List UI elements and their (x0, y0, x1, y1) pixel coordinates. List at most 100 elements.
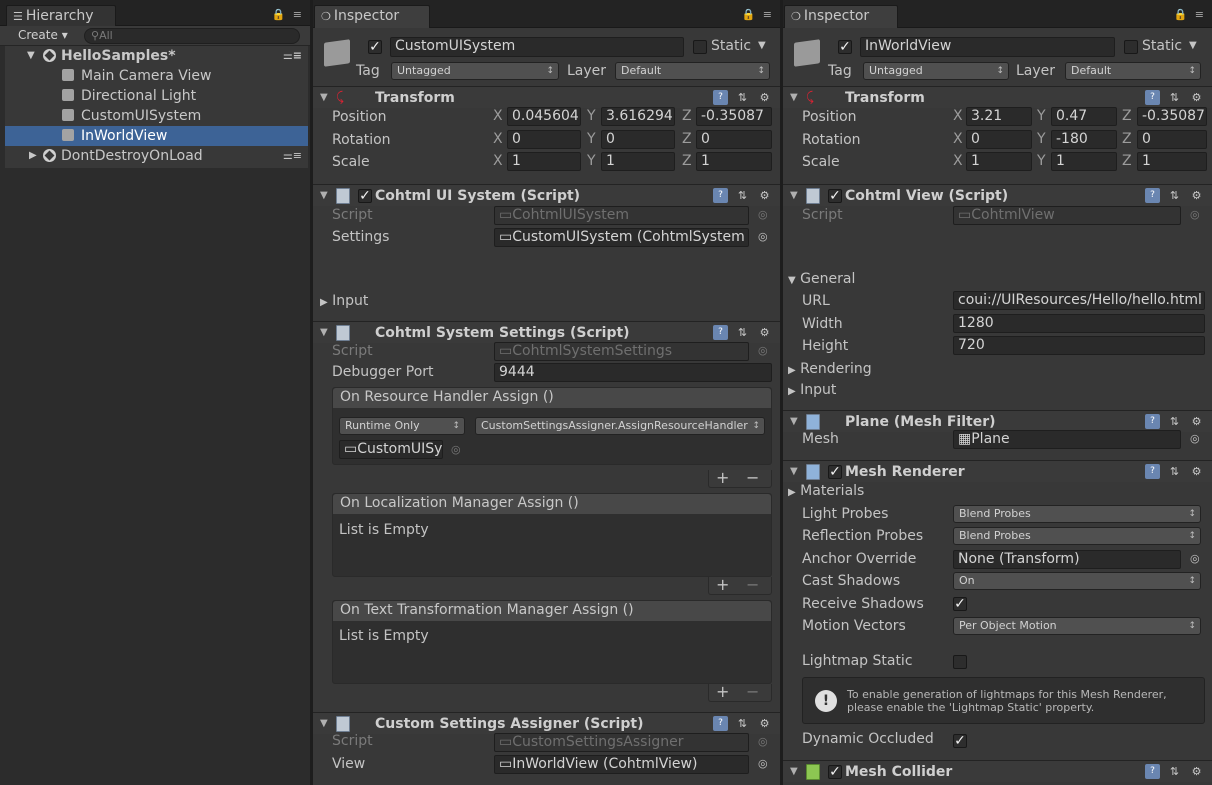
function-dropdown[interactable]: CustomSettingsAssigner.AssignResourceHan… (475, 417, 765, 435)
scene-menu-icon[interactable]: ⚌≡ (283, 46, 302, 66)
help-book-icon[interactable]: ? (1145, 464, 1160, 479)
preset-icon[interactable]: ⇅ (1167, 90, 1182, 105)
view-field[interactable]: ▭InWorldView (CohtmlView) (494, 755, 749, 774)
uisystem-header[interactable]: ▼ ✓ Cohtml UI System (Script) ? ⇅ ⚙ (313, 184, 780, 206)
runtime-mode-dropdown[interactable]: Runtime Only (339, 417, 465, 435)
object-picker-icon[interactable]: ◎ (1190, 430, 1200, 448)
list-item-selected[interactable]: InWorldView (5, 126, 308, 146)
motion-vectors-dropdown[interactable]: Per Object Motion (953, 617, 1201, 635)
width-field[interactable]: 1280 (953, 314, 1205, 333)
transform-header[interactable]: ▼ ⤹ Transform ? ⇅ ⚙ (313, 86, 780, 108)
pos-y-field[interactable]: 3.616294 (601, 107, 675, 126)
rot-y-field[interactable]: 0 (601, 130, 675, 149)
preset-icon[interactable]: ⇅ (735, 90, 750, 105)
pos-x-field[interactable]: 0.045604 (507, 107, 581, 126)
fold-arrow-icon[interactable]: ▼ (790, 190, 798, 201)
enabled-checkbox[interactable]: ✓ (358, 189, 372, 203)
fold-arrow-icon[interactable]: ▼ (320, 327, 328, 338)
static-checkbox[interactable] (693, 40, 707, 54)
preset-icon[interactable]: ⇅ (1167, 464, 1182, 479)
materials-foldout[interactable]: ▶ Materials (788, 482, 864, 502)
fold-arrow-icon[interactable]: ▼ (320, 92, 328, 103)
gear-icon[interactable]: ⚙ (757, 325, 772, 340)
input-foldout[interactable]: ▶ Input (788, 381, 836, 401)
help-book-icon[interactable]: ? (1145, 414, 1160, 429)
help-book-icon[interactable]: ? (713, 716, 728, 731)
gear-icon[interactable]: ⚙ (1189, 414, 1204, 429)
fold-arrow-icon[interactable]: ▼ (320, 718, 328, 729)
rot-y-field[interactable]: -180 (1051, 130, 1117, 149)
help-book-icon[interactable]: ? (1145, 188, 1160, 203)
scale-x-field[interactable]: 1 (966, 152, 1032, 171)
expand-arrow-icon[interactable]: ▼ (27, 46, 35, 66)
static-dropdown-icon[interactable]: ▼ (1189, 37, 1197, 55)
fold-arrow-icon[interactable]: ▼ (320, 190, 328, 201)
mesh-filter-header[interactable]: ▼ Plane (Mesh Filter) ? ⇅ ⚙ (783, 410, 1212, 432)
dynamic-occluded-checkbox[interactable]: ✓ (953, 734, 967, 748)
preset-icon[interactable]: ⇅ (1167, 764, 1182, 779)
create-button[interactable]: Create ▾ (18, 28, 68, 42)
fold-arrow-icon[interactable]: ▼ (790, 416, 798, 427)
gear-icon[interactable]: ⚙ (1189, 764, 1204, 779)
help-book-icon[interactable]: ? (1145, 764, 1160, 779)
object-picker-icon[interactable]: ◎ (758, 755, 768, 773)
remove-button[interactable]: − (746, 684, 759, 700)
rot-z-field[interactable]: 0 (1137, 130, 1207, 149)
receive-shadows-checkbox[interactable]: ✓ (953, 597, 967, 611)
expand-arrow-icon[interactable]: ▶ (29, 146, 37, 166)
enabled-checkbox[interactable]: ✓ (828, 765, 842, 779)
layer-dropdown[interactable]: Default (615, 62, 770, 80)
gear-icon[interactable]: ⚙ (757, 188, 772, 203)
preset-icon[interactable]: ⇅ (735, 188, 750, 203)
help-book-icon[interactable]: ? (713, 188, 728, 203)
hierarchy-search[interactable]: ⚲All (84, 28, 300, 44)
gear-icon[interactable]: ⚙ (1189, 90, 1204, 105)
mesh-field[interactable]: ▦Plane (953, 430, 1181, 449)
active-checkbox[interactable]: ✓ (838, 40, 852, 54)
scale-x-field[interactable]: 1 (507, 152, 581, 171)
event-target-field[interactable]: ▭CustomUISy (339, 440, 443, 459)
url-field[interactable]: coui://UIResources/Hello/hello.html (953, 291, 1205, 310)
cast-shadows-dropdown[interactable]: On (953, 572, 1201, 590)
list-item[interactable]: Directional Light (5, 86, 308, 106)
general-foldout[interactable]: ▼ General (788, 270, 855, 290)
rot-x-field[interactable]: 0 (507, 130, 581, 149)
list-item[interactable]: CustomUISystem (5, 106, 308, 126)
gear-icon[interactable]: ⚙ (757, 90, 772, 105)
scale-y-field[interactable]: 1 (1051, 152, 1117, 171)
layer-dropdown[interactable]: Default (1065, 62, 1201, 80)
object-name-field[interactable]: CustomUISystem (390, 37, 684, 57)
enabled-checkbox[interactable]: ✓ (828, 465, 842, 479)
fold-arrow-icon[interactable]: ▼ (790, 766, 798, 777)
settings-field[interactable]: ▭CustomUISystem (CohtmlSystem (494, 228, 749, 247)
add-button[interactable]: + (716, 684, 729, 700)
tab-hierarchy[interactable]: ☰ Hierarchy (6, 5, 116, 26)
remove-button[interactable]: − (746, 577, 759, 593)
preset-icon[interactable]: ⇅ (735, 325, 750, 340)
add-button[interactable]: + (716, 470, 729, 486)
tag-dropdown[interactable]: Untagged (391, 62, 559, 80)
rot-x-field[interactable]: 0 (966, 130, 1032, 149)
ddol-row[interactable]: ▶ DontDestroyOnLoad ⚌≡ (5, 146, 308, 166)
fold-arrow-icon[interactable]: ▼ (790, 92, 798, 103)
static-dropdown-icon[interactable]: ▼ (758, 37, 766, 55)
tab-inspector[interactable]: ❍ Inspector (784, 5, 898, 28)
object-picker-icon[interactable]: ◎ (451, 441, 461, 459)
input-foldout[interactable]: ▶ Input (320, 292, 368, 312)
scene-menu-icon[interactable]: ⚌≡ (283, 146, 302, 166)
reflection-probes-dropdown[interactable]: Blend Probes (953, 527, 1201, 545)
list-item[interactable]: Main Camera View (5, 66, 308, 86)
transform-header[interactable]: ▼ ⤹ Transform ? ⇅ ⚙ (783, 86, 1212, 108)
fold-arrow-icon[interactable]: ▼ (790, 466, 798, 477)
height-field[interactable]: 720 (953, 336, 1205, 355)
tag-dropdown[interactable]: Untagged (863, 62, 1009, 80)
debugger-port-field[interactable]: 9444 (494, 363, 772, 382)
remove-button[interactable]: − (746, 470, 759, 486)
tab-inspector[interactable]: ❍ Inspector (314, 5, 430, 28)
object-picker-icon[interactable]: ◎ (1190, 550, 1200, 568)
gear-icon[interactable]: ⚙ (1189, 464, 1204, 479)
cohtml-view-header[interactable]: ▼ ✓ Cohtml View (Script) ? ⇅ ⚙ (783, 184, 1212, 206)
help-book-icon[interactable]: ? (713, 325, 728, 340)
rot-z-field[interactable]: 0 (696, 130, 772, 149)
rendering-foldout[interactable]: ▶ Rendering (788, 360, 872, 380)
